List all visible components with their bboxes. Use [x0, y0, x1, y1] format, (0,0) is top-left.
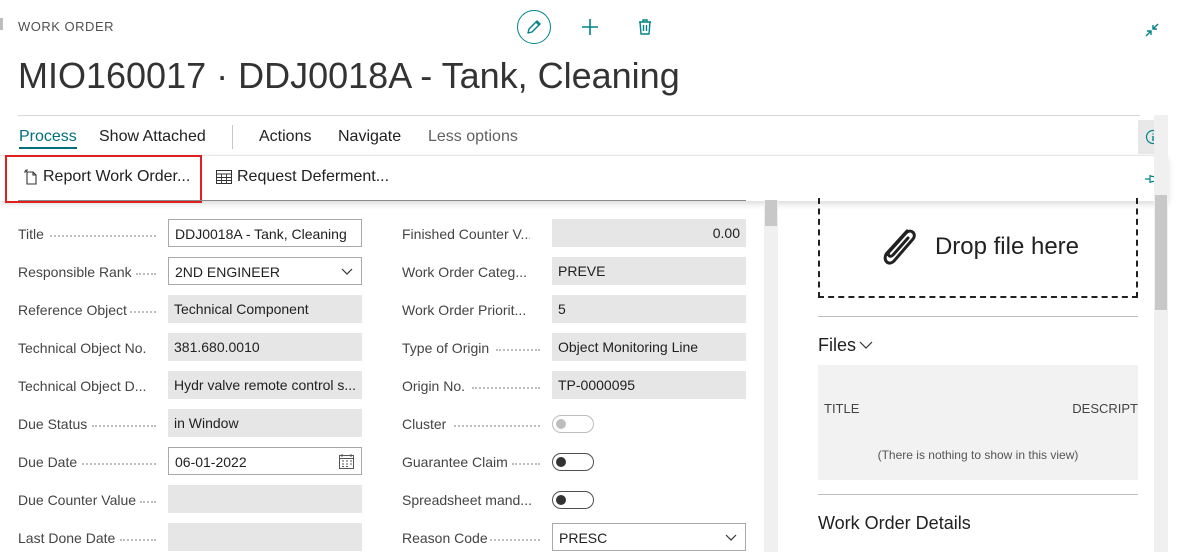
technical-object-desc-label: Technical Object D...: [18, 378, 147, 394]
edit-button[interactable]: [517, 10, 551, 44]
due-status-field: in Window: [168, 409, 362, 437]
work-order-priority-field: 5: [552, 295, 746, 323]
files-list: TITLE DESCRIPT (There is nothing to show…: [818, 365, 1138, 480]
responsible-rank-label: Responsible Rank: [18, 264, 132, 280]
tab-actions[interactable]: Actions: [259, 128, 311, 146]
responsible-rank-select[interactable]: 2ND ENGINEER: [168, 257, 362, 285]
work-order-category-field: PREVE: [552, 257, 746, 285]
title-label: Title: [18, 226, 44, 242]
due-status-label: Due Status: [18, 416, 88, 432]
chevron-down-icon: [859, 341, 873, 349]
request-deferment-label: Request Deferment...: [237, 168, 390, 185]
page-title: MIO160017 · DDJ0018A - Tank, Cleaning: [18, 55, 680, 96]
reason-code-value: PRESC: [559, 530, 608, 546]
work-order-details-title[interactable]: Work Order Details: [818, 513, 971, 534]
due-counter-value-field: [168, 485, 362, 513]
collapse-icon: [1145, 23, 1159, 37]
request-deferment-button[interactable]: Request Deferment...: [216, 168, 389, 186]
highlight-box: [5, 155, 202, 203]
reference-object-label: Reference Object: [18, 302, 127, 318]
content-scrollbar[interactable]: [764, 200, 778, 552]
finished-counter-label: Finished Counter V...: [402, 226, 530, 242]
tab-navigate[interactable]: Navigate: [338, 128, 401, 146]
technical-object-no-label: Technical Object No.: [18, 340, 147, 356]
due-date-field[interactable]: 06-01-2022: [168, 447, 362, 475]
spreadsheet-mandatory-label: Spreadsheet mand...: [402, 492, 532, 508]
tab-process[interactable]: Process: [19, 128, 77, 149]
paperclip-icon: [883, 229, 916, 265]
file-drop-zone[interactable]: Drop file here: [818, 198, 1138, 298]
type-of-origin-field: Object Monitoring Line: [552, 333, 746, 361]
empty-view-text: (There is nothing to show in this view): [877, 448, 1079, 462]
calendar-icon[interactable]: [339, 454, 354, 469]
page-kicker: WORK ORDER: [18, 19, 114, 34]
files-title: Files: [818, 335, 857, 355]
tab-less-options[interactable]: Less options: [428, 128, 518, 146]
work-order-priority-label: Work Order Priorit...: [402, 302, 527, 318]
reason-code-select[interactable]: PRESC: [552, 523, 746, 551]
pencil-icon: [527, 20, 541, 34]
cluster-label: Cluster: [402, 416, 447, 432]
due-date-label: Due Date: [18, 454, 78, 470]
column-title[interactable]: TITLE: [824, 401, 859, 416]
due-counter-value-label: Due Counter Value: [18, 492, 137, 508]
plus-icon: [582, 19, 598, 35]
due-date-value: 06-01-2022: [175, 454, 247, 470]
tab-show-attached[interactable]: Show Attached: [99, 128, 206, 146]
factbox-scrollbar[interactable]: [1154, 115, 1168, 552]
work-order-category-label: Work Order Categ...: [402, 264, 528, 280]
cluster-toggle: [552, 415, 594, 433]
trash-icon: [639, 19, 651, 35]
last-done-date-label: Last Done Date: [18, 530, 116, 546]
reason-code-label: Reason Code: [402, 530, 488, 546]
last-done-date-field: [168, 523, 362, 551]
responsible-rank-value: 2ND ENGINEER: [175, 264, 281, 280]
drop-file-text: Drop file here: [934, 233, 1080, 260]
origin-no-field[interactable]: TP-0000095: [552, 371, 746, 399]
technical-object-no-field[interactable]: 381.680.0010: [168, 333, 362, 361]
reference-object-field: Technical Component: [168, 295, 362, 323]
technical-object-desc-field: Hydr valve remote control s...: [168, 371, 362, 399]
new-button[interactable]: [573, 10, 607, 44]
spreadsheet-mandatory-toggle[interactable]: [552, 491, 594, 509]
delete-button[interactable]: [628, 10, 662, 44]
type-of-origin-label: Type of Origin: [402, 340, 490, 356]
guarantee-claim-label: Guarantee Claim: [402, 454, 508, 470]
chevron-down-icon: [725, 534, 737, 541]
column-description[interactable]: DESCRIPT: [1072, 401, 1138, 416]
chevron-down-icon: [341, 268, 353, 275]
files-section-header[interactable]: Files: [818, 335, 873, 356]
finished-counter-field: 0.00: [552, 219, 746, 247]
guarantee-claim-toggle[interactable]: [552, 453, 594, 471]
collapse-button[interactable]: [1142, 20, 1162, 40]
title-field[interactable]: DDJ0018A - Tank, Cleaning: [168, 219, 362, 247]
calendar-grid-icon: [216, 170, 232, 184]
origin-no-label: Origin No.: [402, 378, 466, 394]
